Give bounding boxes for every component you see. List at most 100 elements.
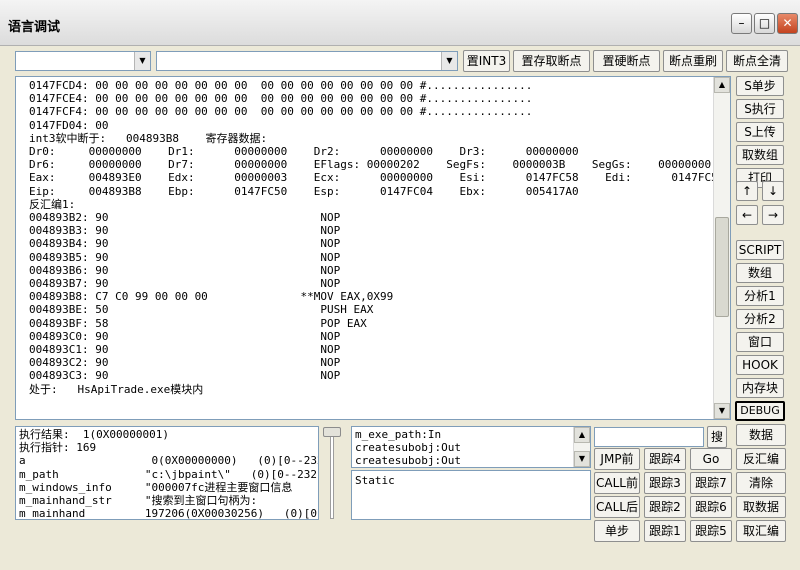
scroll-thumb[interactable]: [715, 217, 729, 317]
window-title: 语言调试: [8, 20, 61, 35]
callstack-item: createsubobj:Out: [355, 441, 461, 455]
debug-button[interactable]: DEBUG: [735, 401, 785, 421]
function-combo[interactable]: ▼: [156, 51, 458, 71]
callstack-item: m_exe_path:In: [355, 428, 442, 441]
get-array-button[interactable]: 取数组: [736, 145, 784, 165]
go-button[interactable]: Go: [690, 448, 732, 470]
call-after-button[interactable]: CALL后: [594, 496, 640, 518]
get-assembly-button[interactable]: 取汇编: [736, 520, 786, 542]
set-access-breakpoint-button[interactable]: 置存取断点: [513, 50, 590, 72]
output-line: Eip: 004893B8 Ebp: 0147FC50 Esp: 0147FC0…: [29, 184, 579, 198]
module-combo[interactable]: ▼: [15, 51, 151, 71]
chevron-down-icon[interactable]: ▼: [441, 52, 457, 70]
refresh-breakpoints-button[interactable]: 断点重刷: [663, 50, 723, 72]
output-line: 0147FD04: 00: [29, 118, 109, 132]
scroll-up-icon[interactable]: ▲: [574, 427, 590, 443]
scroll-down-icon[interactable]: ▼: [714, 403, 730, 419]
output-line: Dr0: 00000000 Dr1: 00000000 Dr2: 0000000…: [29, 145, 579, 159]
output-line: 反汇编1:: [29, 197, 76, 211]
title-bar: 语言调试 – □ ✕: [0, 0, 800, 46]
slider-track[interactable]: [330, 431, 334, 519]
output-line: 004893C3: 90 NOP: [29, 369, 341, 383]
disassemble-button[interactable]: 反汇编: [736, 448, 786, 470]
output-line: Eax: 004893E0 Edx: 00000003 Ecx: 0000000…: [29, 171, 725, 185]
get-data-button[interactable]: 取数据: [736, 496, 786, 518]
array-button[interactable]: 数组: [736, 263, 784, 283]
trace3-button[interactable]: 跟踪3: [644, 472, 686, 494]
memory-block-button[interactable]: 内存块: [736, 378, 784, 398]
variables-panel[interactable]: 执行结果: 1(0X00000001) 执行指针: 169 a 0(0X000000…: [15, 426, 319, 520]
close-icon[interactable]: ✕: [777, 13, 798, 34]
arrow-left-icon[interactable]: ←: [736, 205, 758, 225]
output-line: 004893B8: C7 C0 99 00 00 00 **MOV EAX,0X…: [29, 290, 394, 304]
scroll-down-icon[interactable]: ▼: [574, 451, 590, 467]
arrow-down-icon[interactable]: ↓: [762, 181, 784, 201]
s-execute-button[interactable]: S执行: [736, 99, 784, 119]
callstack-text: m_exe_path:In createsubobj:Out createsubob…: [355, 428, 461, 468]
output-line: 004893C2: 90 NOP: [29, 356, 341, 370]
variable-row: m_path "c:\jbpaint\" (0)[0--232: [19, 467, 318, 481]
output-line: 004893B6: 90 NOP: [29, 263, 341, 277]
trace6-button[interactable]: 跟踪6: [690, 496, 732, 518]
variable-row: m_mainhand 197206(0X00030256) (0)[0-: [19, 507, 319, 520]
callstack-list[interactable]: m_exe_path:In createsubobj:Out createsubob…: [351, 426, 591, 468]
search-button[interactable]: 搜: [707, 426, 727, 448]
arrow-up-icon[interactable]: ↑: [736, 181, 758, 201]
arrow-right-icon[interactable]: →: [762, 205, 784, 225]
trace5-button[interactable]: 跟踪5: [690, 520, 732, 542]
static-text: Static: [355, 474, 395, 487]
variable-row: a 0(0X00000000) (0)[0--232: [19, 454, 319, 468]
search-input[interactable]: [594, 427, 704, 447]
hook-button[interactable]: HOOK: [736, 355, 784, 375]
variables-text: 执行结果: 1(0X00000001) 执行指针: 169 a 0(0X000000…: [19, 428, 319, 520]
output-line: 004893C0: 90 NOP: [29, 329, 341, 343]
client-area: ▼ ▼ 置INT3 置存取断点 置硬断点 断点重刷 断点全清 0147FCD4:…: [6, 46, 796, 564]
output-line: 004893BE: 50 PUSH EAX: [29, 303, 374, 317]
output-line: 0147FCD4: 00 00 00 00 00 00 00 00 00 00 …: [29, 79, 533, 92]
callstack-item: createsubobj:Out: [355, 454, 461, 468]
single-step-button[interactable]: 单步: [594, 520, 640, 542]
trace2-button[interactable]: 跟踪2: [644, 496, 686, 518]
variable-row: m_mainhand_str "搜索到主窗口句柄为:: [19, 494, 258, 508]
chevron-down-icon[interactable]: ▼: [134, 52, 150, 70]
analyze1-button[interactable]: 分析1: [736, 286, 784, 306]
slider-thumb[interactable]: [323, 427, 341, 437]
variable-row: 执行结果: 1(0X00000001): [19, 428, 169, 441]
script-button[interactable]: SCRIPT: [736, 240, 784, 260]
output-line: 004893B4: 90 NOP: [29, 237, 341, 251]
output-line: 004893B2: 90 NOP: [29, 211, 341, 225]
output-line: 处于: HsApiTrade.exe模块内: [29, 382, 204, 396]
output-line: 004893B3: 90 NOP: [29, 224, 341, 238]
trace4-button[interactable]: 跟踪4: [644, 448, 686, 470]
output-line: 0147FCF4: 00 00 00 00 00 00 00 00 00 00 …: [29, 105, 533, 119]
scroll-up-icon[interactable]: ▲: [714, 77, 730, 93]
trace7-button[interactable]: 跟踪7: [690, 472, 732, 494]
minimize-icon[interactable]: –: [731, 13, 752, 34]
variable-row: 执行指针: 169: [19, 441, 97, 455]
jmp-before-button[interactable]: JMP前: [594, 448, 640, 470]
static-panel: Static: [351, 470, 591, 520]
debug-output-text: 0147FCD4: 00 00 00 00 00 00 00 00 00 00 …: [29, 79, 724, 396]
trace1-button[interactable]: 跟踪1: [644, 520, 686, 542]
output-line: 0147FCE4: 00 00 00 00 00 00 00 00 00 00 …: [29, 92, 533, 106]
callstack-scrollbar[interactable]: ▲ ▼: [573, 427, 590, 467]
output-line: 004893B5: 90 NOP: [29, 250, 341, 264]
set-int3-button[interactable]: 置INT3: [463, 50, 510, 72]
analyze2-button[interactable]: 分析2: [736, 309, 784, 329]
s-step-button[interactable]: S单步: [736, 76, 784, 96]
clear-breakpoints-button[interactable]: 断点全清: [726, 50, 788, 72]
s-upload-button[interactable]: S上传: [736, 122, 784, 142]
output-line: 004893BF: 58 POP EAX: [29, 316, 367, 330]
debug-output-panel[interactable]: 0147FCD4: 00 00 00 00 00 00 00 00 00 00 …: [15, 76, 731, 420]
window-button[interactable]: 窗口: [736, 332, 784, 352]
output-line: 004893C1: 90 NOP: [29, 343, 341, 357]
variable-row: m_windows_info "000007fc进程主要窗口信息: [19, 480, 293, 494]
maximize-icon[interactable]: □: [754, 13, 775, 34]
set-hardware-breakpoint-button[interactable]: 置硬断点: [593, 50, 660, 72]
output-line: Dr6: 00000000 Dr7: 00000000 EFlags: 0000…: [29, 158, 712, 172]
debug-output-scrollbar[interactable]: ▲ ▼: [713, 77, 730, 419]
call-before-button[interactable]: CALL前: [594, 472, 640, 494]
output-line: int3软中断于: 004893B8 寄存器数据:: [29, 131, 268, 145]
data-button[interactable]: 数据: [736, 424, 786, 446]
clear-button[interactable]: 清除: [736, 472, 786, 494]
